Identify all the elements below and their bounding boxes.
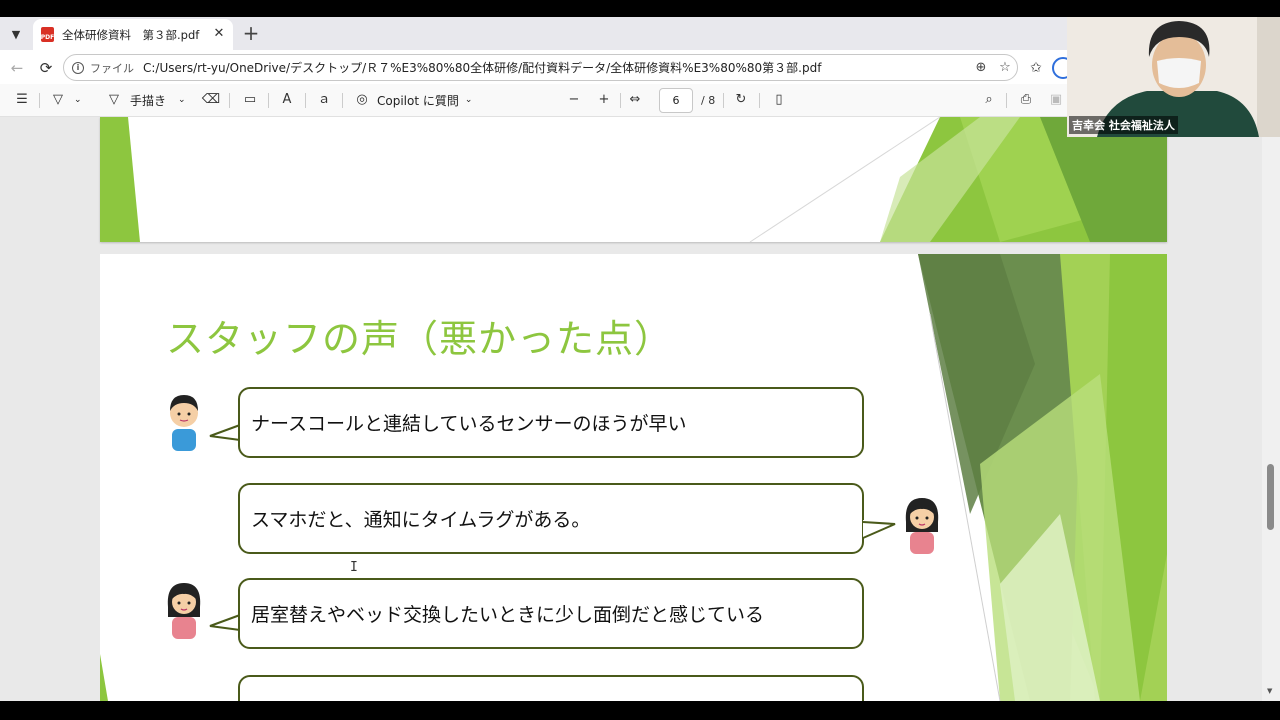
comment-text: ナースコールと連結しているセンサーのほうが早い [251,413,687,435]
pen-icon: ▽ [109,92,119,107]
search-icon[interactable]: ⌕ [979,89,999,111]
zoom-out-icon[interactable]: − [564,89,584,111]
draw-button[interactable]: ▽ 手描き ⌄ [104,89,186,111]
speech-tail [209,424,241,441]
webcam-overlay: 吉幸会 社会福祉法人 [1067,17,1280,137]
print-icon[interactable]: ⎙ [1016,89,1036,111]
scrollbar-thumb[interactable] [1267,464,1274,530]
info-icon[interactable]: i [72,61,84,74]
vertical-scrollbar[interactable]: ▲ ▼ [1262,117,1280,701]
speech-tail [862,520,896,539]
text-cursor-icon: I [350,560,358,575]
pdf-file-icon: PDF [41,27,54,42]
copilot-icon: ◎ [356,92,368,107]
rotate-icon[interactable]: ↻ [731,89,751,111]
read-aloud-icon[interactable]: A [277,89,297,111]
highlight-icon[interactable]: ▽ ⌄ [48,89,82,111]
speech-bubble: 居室替えやベッド交換したいときに少し面倒だと感じている [238,578,864,649]
male-staff-avatar-icon [170,395,198,451]
url-text[interactable]: C:/Users/rt-yu/OneDrive/デスクトップ/Ｒ７%E3%80%… [143,59,821,76]
screen-bottom-border [0,701,1280,720]
screen-top-border [0,0,1280,17]
star-favorite-icon[interactable]: ☆ [996,60,1014,76]
copilot-page-icon[interactable]: ⊕ [972,60,990,76]
close-tab-icon[interactable]: ✕ [211,26,227,42]
comment-text: 居室替えやベッド交換したいときに少し面倒だと感じている [251,604,765,626]
fit-width-icon[interactable]: ⇔ [625,89,645,111]
address-bar[interactable]: i ファイル C:/Users/rt-yu/OneDrive/デスクトップ/Ｒ７… [63,54,1018,81]
speech-bubble [238,675,864,701]
page-number-input[interactable]: 6 [659,88,693,113]
pdf-viewport: スタッフの声（悪かった点） ナースコールと連結しているセンサーのほうが早い スマ… [0,117,1280,701]
pdf-page-6: スタッフの声（悪かった点） ナースコールと連結しているセンサーのほうが早い スマ… [100,254,1167,701]
refresh-icon[interactable]: ⟳ [35,57,57,79]
eraser-icon[interactable]: ⌫ [201,89,221,111]
copilot-label: Copilot に質問 [377,93,459,108]
speech-tail [209,614,241,631]
zoom-in-icon[interactable]: + [594,89,614,111]
female-staff-avatar-icon [905,498,939,554]
save-icon[interactable]: ▣ [1046,89,1066,111]
tab-title: 全体研修資料 第３部.pdf [62,27,200,42]
speech-bubble: ナースコールと連結しているセンサーのほうが早い [238,387,864,458]
speech-bubble: スマホだと、通知にタイムラグがある。 [238,483,864,554]
new-tab-plus-icon[interactable]: + [240,23,262,45]
slide-background-graphic [100,117,1167,242]
favorites-star-icon[interactable]: ✩ [1027,59,1045,77]
slide-title: スタッフの声（悪かった点） [166,317,674,361]
text-box-icon[interactable]: ▭ [240,89,260,111]
page-total-label: / 8 [701,94,716,107]
tab-list-chevron-icon[interactable]: ▼ [4,23,28,45]
draw-label: 手描き [130,93,167,108]
back-arrow-icon[interactable]: ← [6,57,28,79]
comment-text: スマホだと、通知にタイムラグがある。 [251,509,591,531]
participant-name-label: 吉幸会 社会福祉法人 [1069,116,1178,134]
copilot-ask-button[interactable]: ◎ Copilot に質問 ⌄ [352,89,472,111]
page-view-icon[interactable]: ▯ [769,89,789,111]
contents-list-icon[interactable]: ☰ [12,89,32,111]
tab-pdf-document[interactable]: PDF 全体研修資料 第３部.pdf ✕ [33,19,233,50]
translate-icon[interactable]: ａ [314,89,334,111]
scroll-down-arrow-icon[interactable]: ▼ [1267,687,1272,695]
female-staff-avatar-icon [167,583,201,639]
url-scheme-label: ファイル [90,61,134,75]
pdf-page-5 [100,117,1167,242]
